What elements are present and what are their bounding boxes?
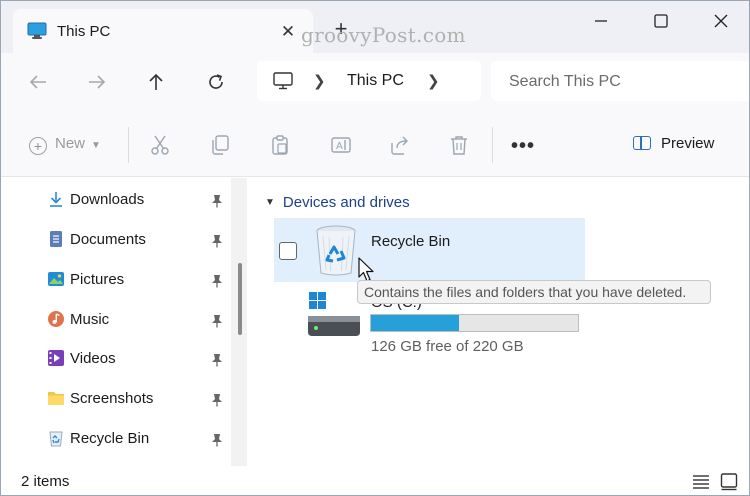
copy-icon[interactable] [208,133,232,157]
recycle-bin-icon [316,225,356,276]
tiles-view-icon[interactable] [719,471,739,491]
pin-icon[interactable] [211,433,223,447]
share-icon[interactable] [388,133,412,157]
file-explorer-window: This PC ✕ + groovyPost.com ❯ This PC ❯ S… [0,0,750,496]
minimize-icon[interactable] [581,7,621,35]
pin-icon[interactable] [211,274,223,288]
rename-icon[interactable]: A [329,133,353,157]
new-label: New [55,135,86,152]
close-tab-icon[interactable]: ✕ [277,21,299,43]
chevron-down-icon: ▼ [91,140,101,151]
arrow-up-icon[interactable] [141,67,171,97]
sidebar-scrollbar[interactable] [238,263,242,335]
navigation-bar: ❯ This PC ❯ Search This PC [1,53,749,111]
download-icon [50,192,62,207]
watermark: groovyPost.com [301,23,466,47]
sidebar-item-screenshots[interactable]: Screenshots [1,381,231,417]
recycle-bin-tooltip: Contains the files and folders that you … [357,280,711,304]
chevron-right-icon[interactable]: ❯ [313,72,326,90]
details-view-icon[interactable] [691,471,711,491]
select-checkbox[interactable] [279,242,297,260]
item-count: 2 items [21,473,70,490]
pin-icon[interactable] [211,314,223,328]
refresh-icon[interactable] [201,67,231,97]
videos-icon [48,350,64,366]
pin-icon[interactable] [211,194,223,208]
sidebar-item-label: Videos [70,350,116,367]
sidebar-item-videos[interactable]: Videos [1,341,231,377]
group-header-label: Devices and drives [282,194,410,211]
sidebar-item-label: Documents [70,231,146,248]
pin-icon[interactable] [211,393,223,407]
close-window-icon[interactable] [701,7,741,35]
recycle-bin-label: Recycle Bin [371,233,451,250]
maximize-icon[interactable] [641,7,681,35]
tooltip-text: Contains the files and folders that you … [364,284,687,300]
search-input[interactable]: Search This PC [509,73,621,91]
cut-icon[interactable] [148,133,172,157]
chevron-down-icon: ▼ [265,197,275,208]
arrow-left-icon[interactable] [23,67,53,97]
sidebar-item-recycle-bin[interactable]: Recycle Bin [1,421,231,457]
command-bar: + New ▼ A ••• Preview [1,111,749,177]
drive-usage-fill [371,315,460,331]
pictures-icon [48,272,64,286]
documents-icon [50,231,62,247]
recycle-bin-tile[interactable]: Recycle Bin [274,218,585,282]
chevron-right-icon[interactable]: ❯ [427,72,440,90]
group-header-devices-and-drives[interactable]: ▼ Devices and drives [265,194,410,211]
navigation-pane: Downloads Documents Pictures Music Video… [1,178,231,466]
this-pc-icon [27,22,47,39]
sidebar-item-label: Pictures [70,271,125,288]
sidebar-item-label: Recycle Bin [70,430,150,447]
pin-icon[interactable] [211,234,223,248]
pin-icon[interactable] [211,353,223,367]
folder-icon [48,392,64,405]
preview-label: Preview [661,135,715,152]
paste-icon[interactable] [268,133,292,157]
arrow-right-icon[interactable] [82,67,112,97]
sidebar-item-label: Downloads [70,191,145,208]
divider [492,127,493,163]
preview-button[interactable]: Preview [633,135,714,152]
tab-this-pc[interactable]: This PC ✕ [13,9,313,53]
drive-usage-bar [370,314,579,332]
breadcrumb-this-pc[interactable]: This PC [347,72,404,90]
recycle-bin-icon [49,431,63,447]
sidebar-item-music[interactable]: Music [1,302,231,338]
music-icon [48,311,64,327]
computer-icon [273,72,293,90]
drive-free-space: 126 GB free of 220 GB [371,338,524,355]
sidebar-item-label: Music [70,311,110,328]
more-options-button[interactable]: ••• [511,135,535,158]
status-bar: 2 items [1,466,749,495]
preview-pane-icon [633,136,651,150]
sidebar-item-documents[interactable]: Documents [1,222,231,258]
tab-title: This PC [57,23,111,40]
sidebar-item-label: Screenshots [70,390,154,407]
address-bar[interactable]: ❯ This PC ❯ [257,61,481,101]
drive-c-icon[interactable] [306,292,362,340]
svg-text:A: A [336,141,343,152]
title-bar: This PC ✕ + groovyPost.com [1,1,749,53]
delete-icon[interactable] [447,133,471,157]
divider [128,127,129,163]
sidebar-item-downloads[interactable]: Downloads [1,182,231,218]
new-button[interactable]: + New ▼ [29,135,101,155]
sidebar-item-pictures[interactable]: Pictures [1,262,231,298]
plus-icon: + [29,137,47,155]
search-box[interactable]: Search This PC [491,61,749,101]
